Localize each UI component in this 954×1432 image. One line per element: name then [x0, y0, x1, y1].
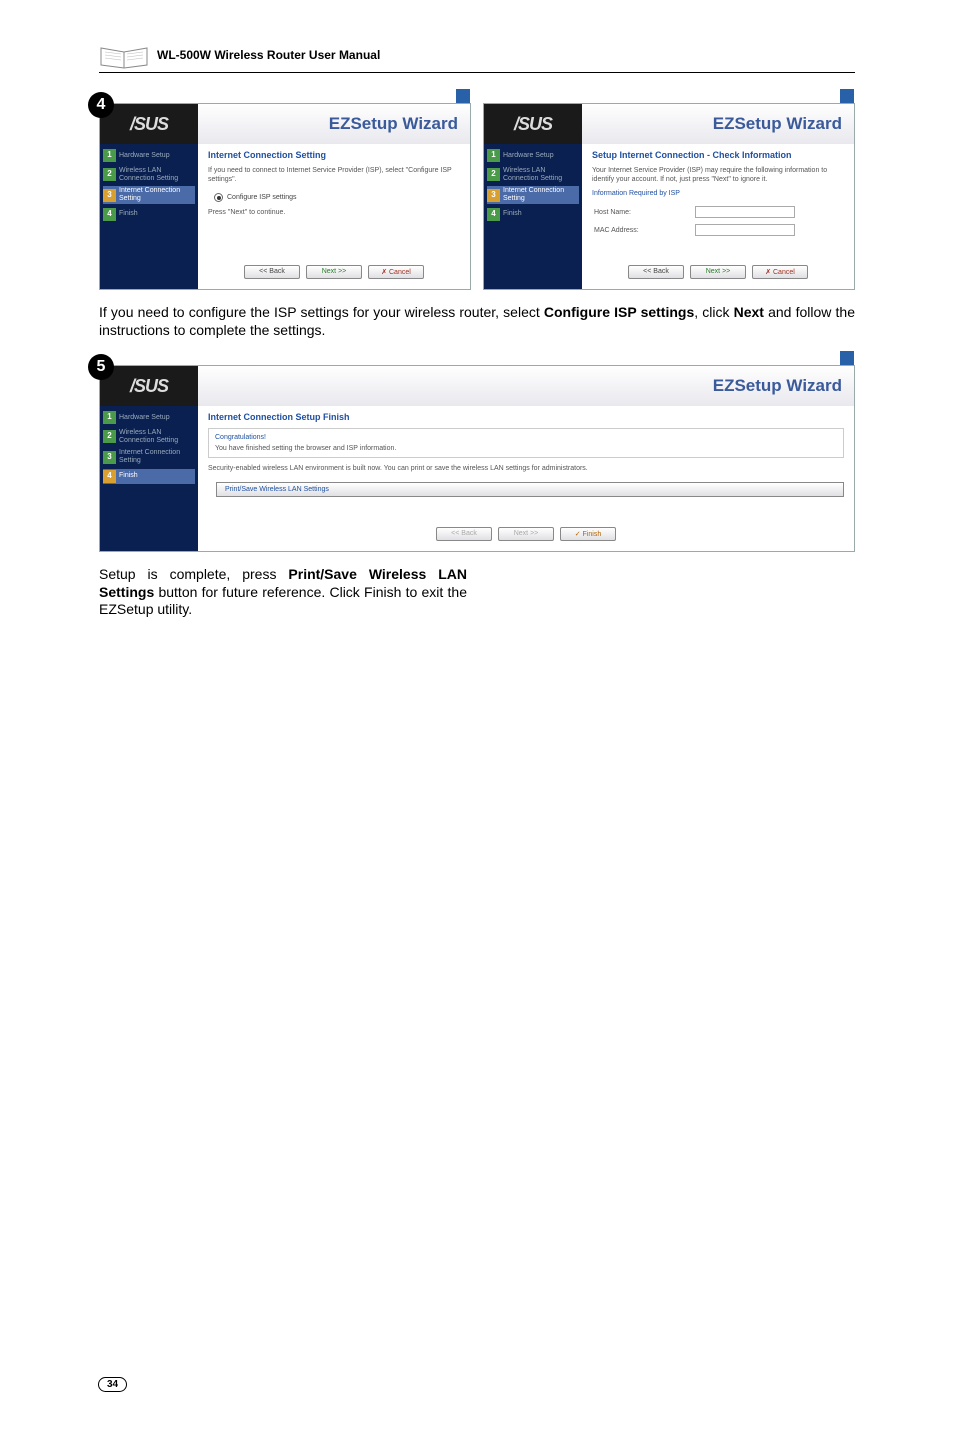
host-name-label: Host Name: — [594, 209, 689, 216]
figures-row-step5: 5 /SUS EZSetup Wizard 1Hardware Setup 2W… — [99, 365, 855, 552]
cancel-button[interactable]: ✗ Cancel — [752, 265, 808, 279]
sidebar-item-2[interactable]: 2Wireless LAN Connection Setting — [103, 428, 195, 445]
mac-address-label: MAC Address: — [594, 227, 689, 234]
back-button[interactable]: << Back — [244, 265, 300, 279]
next-button[interactable]: Next >> — [306, 265, 362, 279]
pane-text-1: Your Internet Service Provider (ISP) may… — [592, 166, 844, 184]
wizard-step4-right: /SUS EZSetup Wizard 1Hardware Setup 2Wir… — [483, 103, 855, 290]
sidebar-item-1[interactable]: 1Hardware Setup — [103, 148, 195, 163]
wizard-step5: 5 /SUS EZSetup Wizard 1Hardware Setup 2W… — [99, 365, 855, 552]
asus-logo: /SUS — [514, 114, 552, 135]
radio-label: Configure ISP settings — [227, 194, 297, 201]
congrats-box: Congratulations! You have finished setti… — [208, 428, 844, 458]
logo-area: /SUS — [484, 104, 582, 144]
wizard-sidebar: 1Hardware Setup 2Wireless LAN Connection… — [484, 144, 582, 289]
title-bar: /SUS EZSetup Wizard — [100, 104, 470, 144]
back-button[interactable]: << Back — [628, 265, 684, 279]
sidebar-item-3[interactable]: 3Internet Connection Setting — [103, 448, 195, 465]
button-row: << Back Next >> ✗ Cancel — [208, 259, 460, 283]
content-pane: Setup Internet Connection - Check Inform… — [582, 144, 854, 289]
print-save-button[interactable]: Print/Save Wireless LAN Settings — [216, 482, 844, 497]
wizard-title: EZSetup Wizard — [329, 114, 458, 134]
sidebar-item-2[interactable]: 2Wireless LAN Connection Setting — [103, 166, 195, 183]
button-row: << Back Next >> ✗ Cancel — [592, 259, 844, 283]
congrats-title: Congratulations! — [215, 433, 837, 442]
sidebar-item-3[interactable]: 3Internet Connection Setting — [103, 186, 195, 203]
radio-configure-isp[interactable]: Configure ISP settings — [214, 193, 460, 202]
sidebar-item-4[interactable]: 4Finish — [103, 469, 195, 484]
sidebar-item-1[interactable]: 1Hardware Setup — [103, 410, 195, 425]
step-badge-5: 5 — [88, 354, 114, 380]
pane-text-2: Press "Next" to continue. — [208, 208, 460, 217]
sidebar-item-4[interactable]: 4Finish — [487, 207, 579, 222]
title-right: EZSetup Wizard — [582, 104, 854, 144]
title-bar: /SUS EZSetup Wizard — [100, 366, 854, 406]
next-button[interactable]: Next >> — [498, 527, 554, 541]
content-pane: Internet Connection Setting If you need … — [198, 144, 470, 289]
manual-title: WL-500W Wireless Router User Manual — [157, 48, 380, 62]
sidebar-item-1[interactable]: 1Hardware Setup — [487, 148, 579, 163]
sidebar-item-3[interactable]: 3Internet Connection Setting — [487, 186, 579, 203]
figures-row-step4: 4 /SUS EZSetup Wizard 1Hardware Setup 2W… — [99, 103, 855, 290]
back-button[interactable]: << Back — [436, 527, 492, 541]
mac-address-input[interactable] — [695, 224, 795, 236]
wizard-step4-left: 4 /SUS EZSetup Wizard 1Hardware Setup 2W… — [99, 103, 471, 290]
sidebar-item-4[interactable]: 4Finish — [103, 207, 195, 222]
asus-logo: /SUS — [130, 376, 168, 397]
pane-text-2: Security-enabled wireless LAN environmen… — [208, 464, 844, 473]
title-bar: /SUS EZSetup Wizard — [484, 104, 854, 144]
pane-heading: Setup Internet Connection - Check Inform… — [592, 150, 844, 160]
caption-step5: Setup is complete, press Print/Save Wire… — [99, 566, 467, 619]
asus-logo: /SUS — [130, 114, 168, 135]
sidebar-item-2[interactable]: 2Wireless LAN Connection Setting — [487, 166, 579, 183]
page-number: 34 — [98, 1377, 127, 1392]
pane-subheading: Information Required by ISP — [592, 189, 844, 198]
wizard-title: EZSetup Wizard — [713, 114, 842, 134]
cancel-button[interactable]: ✗ Cancel — [368, 265, 424, 279]
wizard-sidebar: 1Hardware Setup 2Wireless LAN Connection… — [100, 144, 198, 289]
wizard-title: EZSetup Wizard — [713, 376, 842, 396]
host-name-input[interactable] — [695, 206, 795, 218]
congrats-text: You have finished setting the browser an… — [215, 444, 837, 453]
page-header: WL-500W Wireless Router User Manual — [99, 40, 855, 73]
manual-icon — [99, 40, 149, 70]
pane-heading: Internet Connection Setup Finish — [208, 412, 844, 422]
button-row: << Back Next >> ✓ Finish — [208, 521, 844, 545]
pane-heading: Internet Connection Setting — [208, 150, 460, 160]
title-right: EZSetup Wizard — [198, 104, 470, 144]
content-pane: Internet Connection Setup Finish Congrat… — [198, 406, 854, 551]
finish-button[interactable]: ✓ Finish — [560, 527, 616, 541]
step-badge-4: 4 — [88, 92, 114, 118]
caption-step4: If you need to configure the ISP setting… — [99, 304, 855, 339]
title-right: EZSetup Wizard — [198, 366, 854, 406]
logo-area: /SUS — [100, 104, 198, 144]
pane-text-1: If you need to connect to Internet Servi… — [208, 166, 460, 184]
radio-icon — [214, 193, 223, 202]
wizard-sidebar: 1Hardware Setup 2Wireless LAN Connection… — [100, 406, 198, 551]
logo-area: /SUS — [100, 366, 198, 406]
next-button[interactable]: Next >> — [690, 265, 746, 279]
host-name-row: Host Name: — [594, 206, 844, 218]
mac-address-row: MAC Address: — [594, 224, 844, 236]
